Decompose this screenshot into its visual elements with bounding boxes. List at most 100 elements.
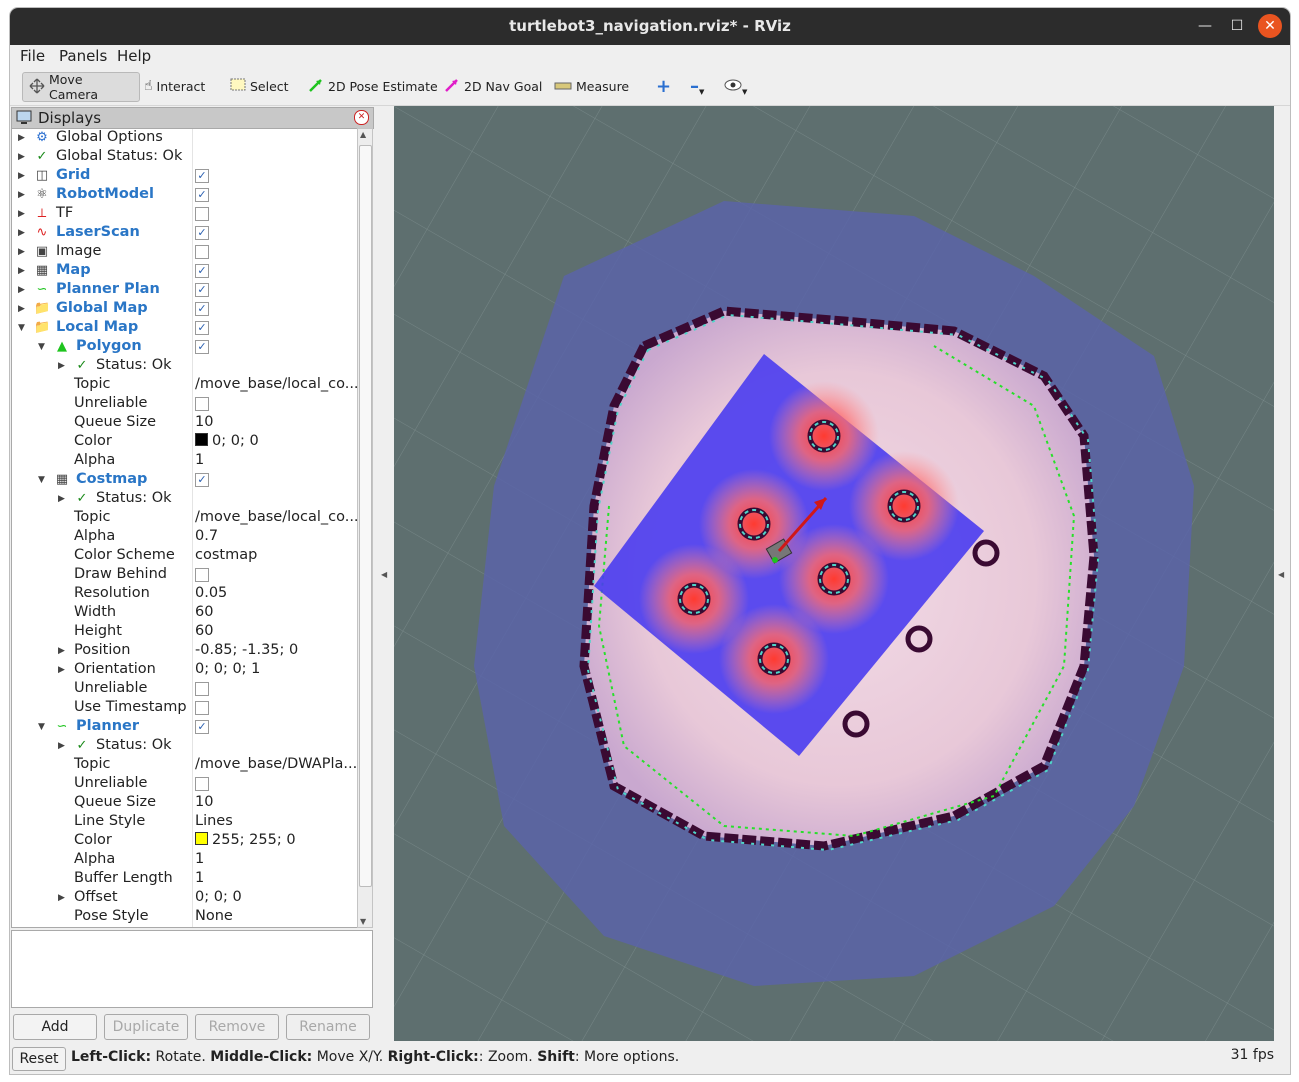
display-row[interactable]: Pose Style None [12,908,357,927]
select-tool[interactable]: Select [224,72,295,100]
display-row[interactable]: ▶ ∿ LaserScan ✓ [12,224,357,243]
collapsed-arrow-icon[interactable]: ▶ [18,228,25,238]
expanded-arrow-icon[interactable]: ▼ [38,342,45,352]
display-row-checkbox[interactable]: ✓ [195,169,209,183]
display-row[interactable]: Topic/move_base/local_co... [12,509,357,528]
displays-tree[interactable]: ▶ ⚙ Global Options ▶ ✓ Global Status: Ok ▶ ◫ Gri… [11,128,358,928]
color-swatch[interactable] [195,433,208,446]
collapsed-arrow-icon[interactable]: ▶ [18,285,25,295]
menu-panels[interactable]: Panels [59,47,107,65]
display-row-checkbox[interactable] [195,701,209,715]
display-row[interactable]: ▶ ∽ Planner Plan ✓ [12,281,357,300]
display-row-checkbox[interactable] [195,568,209,582]
remove-display-button[interactable]: Remove [195,1014,279,1040]
display-row[interactable]: Unreliable [12,395,357,414]
display-row[interactable]: ▼ 📁 Local Map ✓ [12,319,357,338]
display-row-value[interactable]: 0.05 [195,585,227,601]
display-row-checkbox[interactable] [195,207,209,221]
display-row-value[interactable]: 0.7 [195,528,218,544]
collapsed-arrow-icon[interactable]: ▶ [58,741,65,751]
collapsed-arrow-icon[interactable]: ▶ [58,494,65,504]
display-row-value[interactable]: None [195,908,233,924]
display-row[interactable]: Topic/move_base/local_co... [12,376,357,395]
measure-tool[interactable]: Measure [548,72,635,100]
display-row[interactable]: ▶ 📁 Global Map ✓ [12,300,357,319]
display-row-checkbox[interactable] [195,777,209,791]
collapsed-arrow-icon[interactable]: ▶ [18,209,25,219]
display-row[interactable]: Color 255; 255; 0 [12,832,357,851]
display-row-value[interactable]: 1 [195,851,204,867]
display-row-value[interactable]: 60 [195,604,213,620]
rename-display-button[interactable]: Rename [286,1014,370,1040]
display-row[interactable]: Alpha 1 [12,452,357,471]
left-splitter[interactable]: ◀ [376,106,394,1041]
collapsed-arrow-icon[interactable]: ▶ [18,190,25,200]
display-row-checkbox[interactable]: ✓ [195,283,209,297]
display-row-checkbox[interactable]: ✓ [195,226,209,240]
display-row[interactable]: ▶ ✓ Status: Ok [12,737,357,756]
display-row-checkbox[interactable]: ✓ [195,264,209,278]
display-row[interactable]: ▶ ✓ Status: Ok [12,490,357,509]
display-row[interactable]: ▶ ⚙ Global Options [12,129,357,148]
display-row[interactable]: ▶ ✓ Status: Ok [12,357,357,376]
display-row[interactable]: Alpha 1 [12,851,357,870]
reset-button[interactable]: Reset [12,1047,66,1071]
nav-goal-tool[interactable]: 2D Nav Goal [438,72,548,100]
display-row[interactable]: Line Style Lines [12,813,357,832]
display-row-value[interactable]: 10 [195,414,213,430]
interact-tool[interactable]: ☝ Interact [138,72,211,100]
display-row[interactable]: Buffer Length 1 [12,870,357,889]
display-row-value[interactable]: 0; 0; 0; 1 [195,661,260,677]
collapse-right-icon[interactable]: ◀ [1278,570,1284,579]
expanded-arrow-icon[interactable]: ▼ [38,722,45,732]
display-row-value[interactable]: 1 [195,870,204,886]
expanded-arrow-icon[interactable]: ▼ [38,475,45,485]
display-row[interactable]: ▶ Position -0.85; -1.35; 0 [12,642,357,661]
collapsed-arrow-icon[interactable]: ▶ [18,133,25,143]
display-row-checkbox[interactable]: ✓ [195,340,209,354]
add-tool-button[interactable]: + [650,72,677,100]
display-row[interactable]: Alpha 0.7 [12,528,357,547]
display-row[interactable]: ▶ ◫ Grid ✓ [12,167,357,186]
collapsed-arrow-icon[interactable]: ▶ [58,665,65,675]
display-row[interactable]: Width 60 [12,604,357,623]
display-row[interactable]: Color Scheme costmap [12,547,357,566]
display-row[interactable]: ▶ ⟂ TF [12,205,357,224]
display-row[interactable]: ▶ ▦ Map ✓ [12,262,357,281]
display-row[interactable]: ▶ ✓ Global Status: Ok [12,148,357,167]
display-row[interactable]: Queue Size 10 [12,414,357,433]
display-row[interactable]: ▶ Offset 0; 0; 0 [12,889,357,908]
minimize-button[interactable]: — [1193,14,1217,38]
display-row-value[interactable]: 0; 0; 0 [195,889,242,905]
collapsed-arrow-icon[interactable]: ▶ [58,893,65,903]
display-row-value[interactable]: 60 [195,623,213,639]
display-row[interactable]: ▶ Orientation 0; 0; 0; 1 [12,661,357,680]
move-camera-tool[interactable]: Move Camera [22,72,140,102]
display-row-checkbox[interactable]: ✓ [195,302,209,316]
remove-tool-button[interactable]: – ▼ [684,72,710,100]
close-button[interactable]: ✕ [1258,14,1282,38]
display-row-checkbox[interactable]: ✓ [195,720,209,734]
display-row-value[interactable]: 1 [195,452,204,468]
display-row-value[interactable]: 255; 255; 0 [195,832,296,848]
display-row-checkbox[interactable]: ✓ [195,473,209,487]
collapsed-arrow-icon[interactable]: ▶ [18,152,25,162]
menu-file[interactable]: File [20,47,45,65]
panel-close-icon[interactable]: ✕ [354,110,369,125]
collapsed-arrow-icon[interactable]: ▶ [58,646,65,656]
collapse-left-icon[interactable]: ◀ [381,570,387,579]
display-row[interactable]: ▶ ▣ Image [12,243,357,262]
display-row-checkbox[interactable] [195,682,209,696]
color-swatch[interactable] [195,832,208,845]
maximize-button[interactable]: ☐ [1225,14,1249,38]
display-row-value[interactable]: /move_base/local_co... [195,376,357,392]
collapsed-arrow-icon[interactable]: ▶ [18,171,25,181]
pose-estimate-tool[interactable]: 2D Pose Estimate [302,72,444,100]
collapsed-arrow-icon[interactable]: ▶ [18,266,25,276]
3d-render-view[interactable] [394,106,1274,1041]
display-row-value[interactable]: 0; 0; 0 [195,433,259,449]
display-row[interactable]: ▶ ⚛ RobotModel ✓ [12,186,357,205]
display-row-checkbox[interactable]: ✓ [195,321,209,335]
display-row[interactable]: Height 60 [12,623,357,642]
right-splitter[interactable]: ◀ [1274,106,1290,1041]
